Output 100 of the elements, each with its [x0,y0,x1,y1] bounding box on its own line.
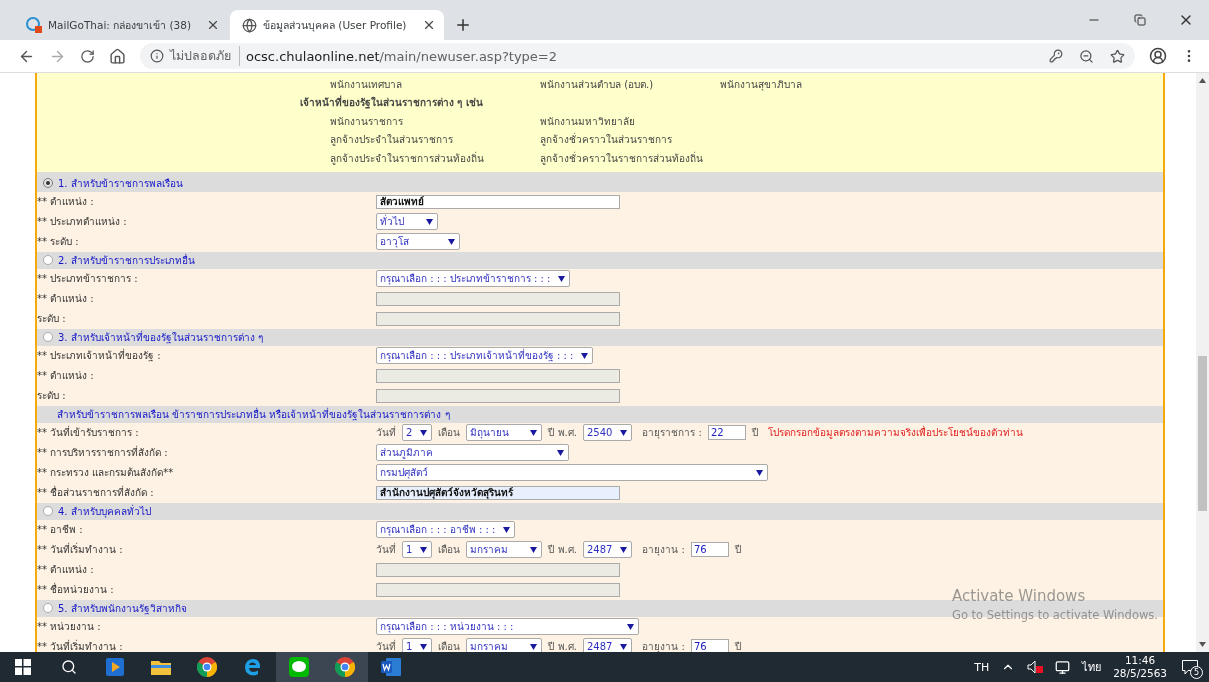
caret-icon [620,643,628,650]
field-label: ** ประเภทข้าราชการ : [37,272,139,286]
language-indicator[interactable]: TH [974,660,990,674]
search-icon [61,659,77,675]
field-label: ** ระดับ : [37,235,80,249]
caret-icon [558,275,566,282]
caret-icon [620,546,628,553]
scroll-up-icon[interactable] [1199,78,1206,83]
field-label: ** ตำแหน่ง : [37,195,95,209]
service-age-label: อายุงาน : [642,543,685,557]
service-age-label: อายุราชการ : [642,426,702,440]
service-age-field[interactable]: 76 [690,639,729,652]
radio-button[interactable] [43,603,53,613]
section-title: 2. สำหรับข้าราชการประเภทอื่น [58,252,195,268]
dropdown[interactable]: กรุณาเลือก : : : อาชีพ : : : [376,521,516,538]
taskbar-app[interactable] [322,652,368,682]
service-age-field[interactable]: 76 [690,542,729,557]
clock[interactable]: 11:46 28/5/2563 [1113,654,1167,680]
browser-tab[interactable]: MailGoThai: กล่องขาเข้า (38) [14,10,228,40]
info-item: ลูกจ้างประจำในส่วนราชการ [330,133,454,148]
info-heading: เจ้าหน้าที่ของรัฐในส่วนราชการต่าง ๆ เช่น [300,95,483,111]
day-label: วันที่ [376,425,396,440]
profile-icon[interactable] [1149,47,1167,65]
field-label: ** ชื่อส่วนราชการที่สังกัด : [37,485,155,500]
document-icon [381,658,401,676]
dropdown[interactable]: ทั่วไป [376,213,438,230]
caret-icon [448,238,455,245]
radio-button[interactable] [43,506,53,516]
caret-icon [530,429,538,436]
field-label: ** ตำแหน่ง : [37,563,95,577]
dropdown[interactable]: กรุณาเลือก : : : ประเภทข้าราชการ : : : [376,270,571,287]
dropdown[interactable]: กรุณาเลือก : : : ประเภทเจ้าหน้าที่ของรัฐ : : : [376,347,594,364]
url-text: ocsc.chulaonline.net/main/newuser.asp?type=2 [246,48,557,64]
dropdown[interactable]: ส่วนภูมิภาค [376,444,569,461]
close-icon[interactable] [206,18,220,32]
notification-button[interactable]: 5 [1179,656,1201,678]
activation-text: Go to Settings to activate Windows. [952,608,1158,622]
address-bar[interactable]: ไม่ปลอดภัย ocsc.chulaonline.net/main/newuser.asp?type=2 [140,43,1135,69]
field-label: ** วันที่เข้ารับราชการ : [37,425,140,440]
radio-button[interactable] [43,255,53,265]
field-label: ** ตำแหน่ง : [37,369,95,383]
month-dropdown[interactable]: มกราคม [466,638,543,652]
field-label: ** วันที่เริ่มทำงาน : [37,639,124,652]
scroll-down-icon[interactable] [1199,642,1206,647]
activation-title: Activate Windows [952,587,1087,605]
taskbar-app[interactable] [276,652,322,682]
muted-speaker-icon[interactable] [1027,660,1044,674]
field-label: ** ประเภทตำแหน่ง : [37,215,128,229]
input-field[interactable]: สำนักงานปศุสัตว์จังหวัดสุรินทร์ [376,485,620,500]
unit-label: ปี [734,543,741,557]
month-label: เดือน [438,543,461,557]
field-label: ระดับ : [37,389,67,403]
section-title: 5. สำหรับพนักงานรัฐวิสาหกิจ [58,601,187,616]
scroll-thumb[interactable] [1198,356,1207,511]
caret-icon [620,429,628,436]
input-field[interactable]: สัตวแพทย์ [376,194,620,209]
info-item: พนักงานมหาวิทยาลัย [540,114,636,129]
service-age-field[interactable]: 22 [707,425,746,440]
dropdown[interactable]: กรมปศุสัตว์ [376,464,768,481]
radio-button[interactable] [43,332,53,342]
new-tab-icon[interactable] [454,16,472,34]
info-item: พนักงานราชการ [330,114,404,129]
field-label: ** ชื่อหน่วยงาน : [37,582,115,597]
info-item: ลูกจ้างชั่วคราวในราชการส่วนท้องถิ่น [540,150,704,166]
year-label: ปี พ.ศ. [548,640,577,652]
day-label: วันที่ [376,542,396,557]
month-dropdown[interactable]: มกราคม [466,541,543,558]
reload-icon[interactable] [80,48,95,64]
day-dropdown[interactable]: 1 [402,541,433,558]
star-icon[interactable] [1110,48,1125,64]
year-label: ปี พ.ศ. [548,426,577,440]
day-dropdown[interactable]: 1 [402,638,433,652]
month-dropdown[interactable]: มิถุนายน [466,424,543,441]
restore-icon [1134,14,1146,26]
field-label: ** การบริหารราชการที่สังกัด : [37,445,169,460]
month-label: เดือน [438,640,461,652]
day-dropdown[interactable]: 2 [402,424,433,441]
year-dropdown[interactable]: 2487 [582,541,633,558]
info-item: ลูกจ้างชั่วคราวในส่วนราชการ [540,132,673,148]
key-icon[interactable] [1049,49,1063,63]
info-item: พนักงานสุขาภิบาล [720,77,803,92]
windows-logo-icon [15,659,31,675]
caret-icon [557,449,564,456]
scrollbar[interactable] [1196,73,1209,652]
caret-icon [627,623,634,630]
home-icon[interactable] [109,47,126,65]
caret-icon [530,643,538,650]
dropdown[interactable]: กรุณาเลือก : : : หน่วยงาน : : : [376,618,639,635]
browser-tab[interactable]: ข้อมูลส่วนบุคคล (User Profile) [230,10,444,40]
zoom-icon[interactable] [1079,48,1094,64]
dropdown[interactable]: อาวุโส [376,233,460,250]
info-icon[interactable] [150,49,164,63]
close-icon[interactable] [422,18,436,32]
field-label: ** วันที่เริ่มทำงาน : [37,542,124,557]
section-title: 3. สำหรับเจ้าหน้าที่ของรัฐในส่วนราชการต่าง ๆ [58,329,263,345]
service-age-label: อายุงาน : [642,640,685,652]
keyboard-indicator[interactable]: ไทย [1082,658,1102,676]
year-dropdown[interactable]: 2540 [582,424,633,441]
radio-button[interactable] [43,178,53,188]
year-dropdown[interactable]: 2487 [582,638,633,652]
